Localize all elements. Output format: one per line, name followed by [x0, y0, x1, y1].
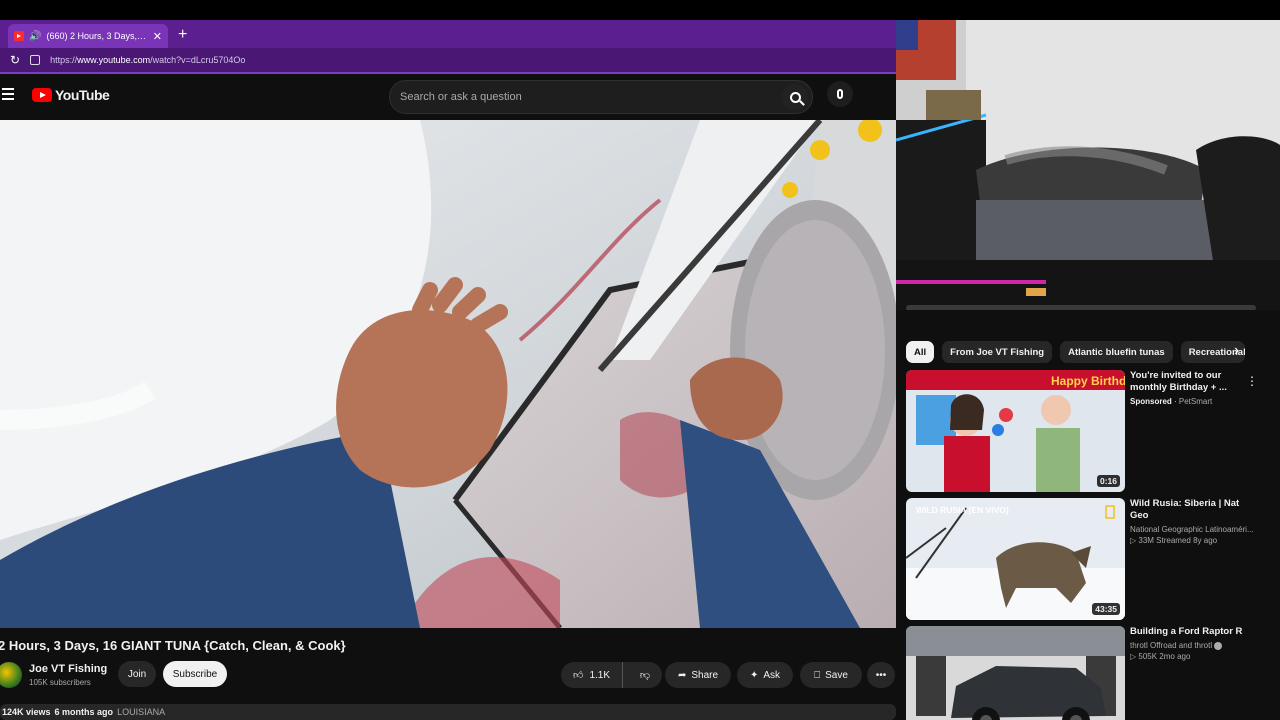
chip-all[interactable]: All	[906, 341, 935, 363]
thumbnail-image	[906, 626, 1125, 720]
url-host: www.youtube.com	[77, 55, 151, 65]
search-button[interactable]	[782, 84, 808, 110]
save-label: Save	[825, 669, 848, 681]
channel-name[interactable]: National Geographic Latinoaméri...	[1130, 525, 1260, 534]
channel-row: throtl Offroad and throtl	[1130, 641, 1260, 650]
chevron-right-icon[interactable]: ›	[1234, 342, 1239, 360]
filter-chips: All From Joe VT Fishing Atlantic bluefin…	[906, 340, 1245, 364]
site-info-icon[interactable]	[30, 55, 41, 65]
youtube-logo[interactable]: YouTube	[32, 87, 110, 103]
chip-from-channel[interactable]: From Joe VT Fishing	[942, 341, 1053, 363]
thumbnail-image: WILD RUSIA [EN VIVO]	[906, 498, 1125, 620]
sparkle-icon: ✦	[749, 669, 759, 681]
video-stats: ▷ 33M Streamed 8y ago	[1130, 536, 1260, 545]
video-thumbnail[interactable]	[906, 626, 1125, 720]
video-thumbnail[interactable]: WILD RUSIA [EN VIVO] 43:35	[906, 498, 1125, 620]
share-button[interactable]: ➦ Share	[665, 662, 731, 688]
reload-icon[interactable]: ↻	[10, 53, 20, 67]
search-placeholder: Search or ask a question	[400, 91, 522, 103]
video-frame	[0, 120, 896, 628]
channel-avatar[interactable]	[0, 662, 22, 688]
more-icon: •••	[875, 669, 887, 681]
browser-window: 🔊 (660) 2 Hours, 3 Days, 16 GIANT TUNA ✕…	[0, 20, 896, 720]
more-actions-button[interactable]: •••	[867, 662, 895, 688]
right-panel: All From Joe VT Fishing Atlantic bluefin…	[896, 20, 1280, 720]
video-info: You're invited to our monthly Birthday +…	[1130, 370, 1260, 406]
tab-bar: 🔊 (660) 2 Hours, 3 Days, 16 GIANT TUNA ✕…	[0, 20, 896, 48]
video-title[interactable]: Building a Ford Raptor R	[1130, 626, 1260, 638]
channel-row: Joe VT Fishing 105K subscribers Join Sub…	[0, 660, 896, 696]
url-path: /watch?v=dLcru5704Oo	[150, 55, 246, 65]
like-dislike-group: 👍︎ 1.1K 👎︎	[561, 662, 662, 688]
video-duration: 43:35	[1092, 603, 1120, 615]
save-button[interactable]: ⎕ Save	[800, 662, 862, 688]
browser-tab[interactable]: 🔊 (660) 2 Hours, 3 Days, 16 GIANT TUNA ✕	[8, 24, 168, 48]
video-duration: 0:16	[1096, 475, 1120, 487]
channel-name[interactable]: PetSmart	[1179, 397, 1212, 406]
url-prefix: https://	[50, 55, 78, 65]
stats-text: 33M Streamed 8y ago	[1138, 536, 1218, 545]
subscribe-button[interactable]: Subscribe	[163, 661, 227, 687]
video-location[interactable]: LOUISIANA	[117, 707, 165, 717]
chip-bluefin[interactable]: Atlantic bluefin tunas	[1060, 341, 1173, 363]
thumb-text: Happy Birthday	[1051, 374, 1125, 388]
sponsored-row: Sponsored · PetSmart	[1130, 397, 1213, 406]
join-button[interactable]: Join	[118, 661, 156, 687]
thumbnail-image: Happy Birthday	[906, 370, 1125, 492]
ask-label: Ask	[763, 669, 781, 681]
verified-icon	[1214, 641, 1223, 650]
youtube-play-icon	[32, 88, 52, 102]
upload-age: 6 months ago	[54, 707, 114, 717]
description-box[interactable]: 124K views 6 months ago LOUISIANA	[0, 704, 896, 720]
address-bar[interactable]: ↻ https://www.youtube.com/watch?v=dLcru5…	[0, 48, 896, 74]
url-text[interactable]: https://www.youtube.com/watch?v=dLcru570…	[50, 55, 245, 65]
video-info: Wild Rusia: Siberia | Nat Geo National G…	[1130, 498, 1260, 545]
video-info: Building a Ford Raptor R throtl Offroad …	[1130, 626, 1260, 661]
recommendation-item[interactable]: WILD RUSIA [EN VIVO] 43:35 Wild Rusia: S…	[906, 498, 1280, 622]
youtube-favicon-icon	[14, 31, 24, 41]
search-input[interactable]: Search or ask a question	[389, 80, 813, 114]
channel-name[interactable]: Joe VT Fishing	[29, 663, 107, 675]
video-title: 2 Hours, 3 Days, 16 GIANT TUNA {Catch, C…	[0, 638, 346, 653]
ask-button[interactable]: ✦ Ask	[737, 662, 793, 688]
logo-text: YouTube	[55, 87, 110, 103]
tab-title: (660) 2 Hours, 3 Days, 16 GIANT TUNA	[46, 31, 147, 41]
sponsored-label: Sponsored	[1130, 397, 1172, 406]
webcam-image	[896, 20, 1280, 310]
recommendation-item[interactable]: Happy Birthday 0:16 You're invited to ou…	[906, 370, 1280, 494]
webcam-overlay	[896, 20, 1280, 310]
thumbs-up-icon: 👍︎	[572, 670, 584, 681]
close-tab-icon[interactable]: ✕	[153, 30, 162, 43]
recommendation-item[interactable]: Building a Ford Raptor R throtl Offroad …	[906, 626, 1280, 720]
thumbs-down-icon: 👎︎	[639, 670, 651, 681]
stats-text: 505K 2mo ago	[1138, 652, 1191, 661]
share-icon: ➦	[677, 669, 687, 681]
microphone-icon	[837, 89, 843, 99]
bookmark-icon: ⎕	[814, 669, 821, 681]
menu-icon[interactable]	[2, 88, 14, 103]
speaker-icon[interactable]: 🔊	[29, 31, 41, 42]
more-options-icon[interactable]: ⋮	[1246, 374, 1258, 388]
view-count: 124K views	[2, 707, 51, 717]
channel-name[interactable]: throtl Offroad and throtl	[1130, 641, 1212, 650]
voice-search-button[interactable]	[827, 81, 853, 107]
video-player[interactable]	[0, 120, 896, 628]
new-tab-icon[interactable]: +	[178, 26, 187, 44]
subscriber-count: 105K subscribers	[29, 678, 91, 687]
thumb-text: WILD RUSIA [EN VIVO]	[916, 505, 1009, 515]
video-title[interactable]: You're invited to our monthly Birthday +…	[1130, 370, 1260, 394]
video-stats: ▷ 505K 2mo ago	[1130, 652, 1260, 661]
like-button[interactable]: 👍︎ 1.1K	[561, 662, 623, 688]
share-label: Share	[691, 669, 719, 681]
screen: 🔊 (660) 2 Hours, 3 Days, 16 GIANT TUNA ✕…	[0, 0, 1280, 720]
youtube-header: YouTube Search or ask a question	[0, 74, 896, 120]
search-icon	[789, 91, 801, 103]
video-thumbnail[interactable]: Happy Birthday 0:16	[906, 370, 1125, 492]
like-count: 1.1K	[589, 669, 611, 681]
top-bar	[0, 0, 1280, 20]
dislike-button[interactable]: 👎︎	[628, 662, 662, 688]
video-title[interactable]: Wild Rusia: Siberia | Nat Geo	[1130, 498, 1260, 522]
